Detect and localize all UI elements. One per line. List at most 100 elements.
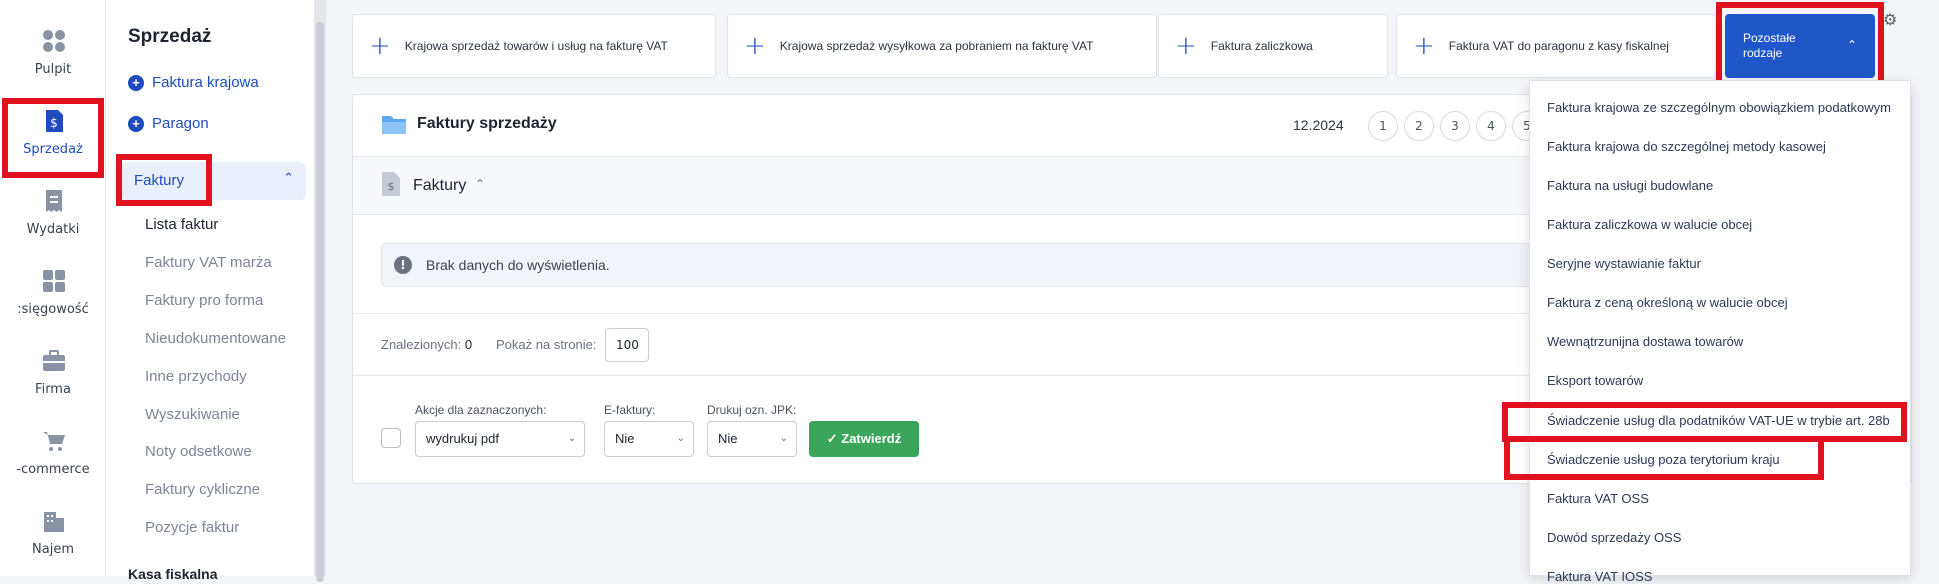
- folder-icon: [382, 116, 406, 134]
- chevron-down-icon: ⌄: [676, 433, 685, 444]
- plus-circle-icon: +: [128, 115, 144, 132]
- chevron-up-icon: ⌃: [1846, 38, 1857, 52]
- jpk-select[interactable]: Nie ⌄: [707, 421, 797, 457]
- sidebar-group-kasa[interactable]: Kasa fiskalna: [128, 566, 218, 582]
- svg-text:$: $: [388, 180, 395, 193]
- new-domestic-invoice-button[interactable]: + Krajowa sprzedaż towarów i usług na fa…: [352, 14, 716, 78]
- rail-item-pulpit[interactable]: Pulpit: [0, 14, 106, 94]
- calculator-icon: [43, 270, 65, 292]
- dropdown-item[interactable]: Faktura zaliczkowa w walucie obcej: [1547, 217, 1752, 232]
- other-types-dropdown: Faktura krajowa ze szczególnym obowiązki…: [1529, 80, 1911, 584]
- dropdown-item[interactable]: Faktura krajowa do szczególnej metody ka…: [1547, 139, 1826, 154]
- plus-icon: +: [1175, 31, 1197, 61]
- dropdown-item[interactable]: Eksport towarów: [1547, 373, 1643, 388]
- chevron-up-icon: ⌃: [283, 171, 294, 186]
- receipt-icon: [46, 190, 62, 212]
- cart-icon: [43, 432, 65, 451]
- dropdown-item[interactable]: Seryjne wystawianie faktur: [1547, 256, 1701, 271]
- rail-label: -commerce: [16, 462, 90, 477]
- sidebar-sub-item[interactable]: Noty odsetkowe: [145, 443, 252, 460]
- action-label: Krajowa sprzedaż towarów i usług na fakt…: [404, 38, 668, 53]
- plus-circle-icon: +: [128, 74, 144, 91]
- rail-label: Sprzedaż: [23, 142, 83, 157]
- jpk-value: Nie: [718, 431, 738, 446]
- section-title: Faktury: [413, 177, 467, 194]
- dropdown-item[interactable]: Świadczenie usług poza terytorium kraju: [1547, 452, 1780, 467]
- rail-item-ecommerce[interactable]: -commerce: [0, 414, 106, 494]
- page-button[interactable]: 1: [1368, 111, 1398, 141]
- other-types-button[interactable]: Pozostałe rodzaje ⌃: [1725, 14, 1875, 78]
- sidebar-sub-item[interactable]: Faktury VAT marża: [145, 254, 272, 271]
- sidebar-sub-item[interactable]: Wyszukiwanie: [145, 406, 240, 423]
- rail-item-ksiegowosc[interactable]: :sięgowość: [0, 254, 106, 334]
- bulk-actions-label: Akcje dla zaznaczonych:: [415, 403, 547, 417]
- sidebar-title: Sprzedaż: [128, 26, 212, 47]
- found-count-label: Znalezionych: 0: [381, 337, 472, 352]
- sidebar-sub-item[interactable]: Faktury cykliczne: [145, 481, 260, 498]
- confirm-button[interactable]: ✓ Zatwierdź: [809, 421, 919, 457]
- sidebar-sub-item[interactable]: Lista faktur: [145, 216, 218, 233]
- new-receipt-invoice-button[interactable]: + Faktura VAT do paragonu z kasy fiskaln…: [1396, 14, 1716, 78]
- sidebar-link-label: Faktura krajowa: [152, 74, 259, 91]
- check-icon: ✓: [826, 431, 842, 446]
- rail-label: Firma: [35, 382, 71, 397]
- action-label: Faktura VAT do paragonu z kasy fiskalnej: [1448, 38, 1669, 53]
- panel-title: Faktury sprzedaży: [417, 115, 557, 132]
- bulk-actions-select[interactable]: wydrukuj pdf ⌄: [415, 421, 585, 457]
- dropdown-item[interactable]: Faktura na usługi budowlane: [1547, 178, 1713, 193]
- rail-label: Wydatki: [26, 222, 80, 237]
- new-cod-invoice-button[interactable]: + Krajowa sprzedaż wysyłkowa za pobranie…: [727, 14, 1157, 78]
- dropdown-item[interactable]: Dowód sprzedaży OSS: [1547, 530, 1681, 545]
- invoice-dollar-icon: $: [46, 110, 63, 132]
- page-button[interactable]: 2: [1404, 111, 1434, 141]
- sidebar-sub-item[interactable]: Nieudokumentowane: [145, 330, 286, 347]
- building-icon: [44, 512, 64, 532]
- period-label: 12.2024: [1293, 117, 1344, 133]
- efaktury-value: Nie: [615, 431, 635, 446]
- page-button[interactable]: 4: [1476, 111, 1506, 141]
- gear-icon[interactable]: ⚙: [1883, 10, 1897, 29]
- per-page-label: Pokaż na stronie:: [496, 337, 597, 352]
- sidebar-scrollbar-thumb[interactable]: [316, 22, 324, 582]
- briefcase-icon: [43, 350, 65, 371]
- page-button[interactable]: 3: [1440, 111, 1470, 141]
- dropdown-item[interactable]: Faktura krajowa ze szczególnym obowiązki…: [1547, 100, 1891, 115]
- empty-message: Brak danych do wyświetlenia.: [426, 257, 610, 273]
- sidebar-sub-item[interactable]: Faktury pro forma: [145, 292, 263, 309]
- sidebar-link-faktura-krajowa[interactable]: + Faktura krajowa: [128, 74, 259, 91]
- info-icon: !: [394, 256, 412, 274]
- dropdown-item[interactable]: Świadczenie usług dla podatników VAT-UE …: [1547, 413, 1890, 428]
- sidebar-link-label: Paragon: [152, 115, 209, 132]
- invoice-document-icon: $: [382, 172, 400, 196]
- efaktury-select[interactable]: Nie ⌄: [604, 421, 694, 457]
- grid-icon: [43, 30, 65, 52]
- sidebar-sub-item[interactable]: Pozycje faktur: [145, 519, 239, 536]
- rail-item-sprzedaz[interactable]: $ Sprzedaż: [0, 94, 106, 174]
- per-page-input[interactable]: 100: [605, 328, 649, 362]
- rail-label: :sięgowość: [17, 302, 89, 317]
- chevron-up-icon: ⌃: [475, 177, 486, 191]
- dropdown-item[interactable]: Faktura z ceną określoną w walucie obcej: [1547, 295, 1788, 310]
- sidebar-group-faktury[interactable]: Faktury ⌃: [120, 162, 306, 200]
- rail-item-najem[interactable]: Najem: [0, 494, 106, 574]
- sidebar-group-label: Faktury: [134, 172, 185, 189]
- other-types-label: Pozostałe rodzaje: [1743, 31, 1796, 60]
- select-all-checkbox[interactable]: [381, 428, 401, 448]
- chevron-down-icon: ⌄: [779, 433, 788, 444]
- rail-item-wydatki[interactable]: Wydatki: [0, 174, 106, 254]
- rail-label: Pulpit: [34, 62, 72, 77]
- found-count: 0: [464, 337, 473, 352]
- dropdown-item[interactable]: Faktura VAT IOSS: [1547, 569, 1652, 584]
- empty-state: ! Brak danych do wyświetlenia.: [381, 243, 1601, 287]
- sidebar-sub-item[interactable]: Inne przychody: [145, 368, 247, 385]
- icon-rail: Pulpit $ Sprzedaż Wydatki :sięgowość Fir…: [0, 0, 106, 576]
- rail-item-firma[interactable]: Firma: [0, 334, 106, 414]
- efaktury-label: E-faktury:: [604, 403, 656, 417]
- confirm-label: Zatwierdź: [841, 431, 902, 446]
- jpk-label: Drukuj ozn. JPK:: [707, 403, 797, 417]
- dropdown-item[interactable]: Wewnątrzunijna dostawa towarów: [1547, 334, 1743, 349]
- dropdown-item[interactable]: Faktura VAT OSS: [1547, 491, 1649, 506]
- bulk-actions-value: wydrukuj pdf: [426, 431, 499, 446]
- new-advance-invoice-button[interactable]: + Faktura zaliczkowa: [1158, 14, 1388, 78]
- sidebar-link-paragon[interactable]: + Paragon: [128, 115, 209, 132]
